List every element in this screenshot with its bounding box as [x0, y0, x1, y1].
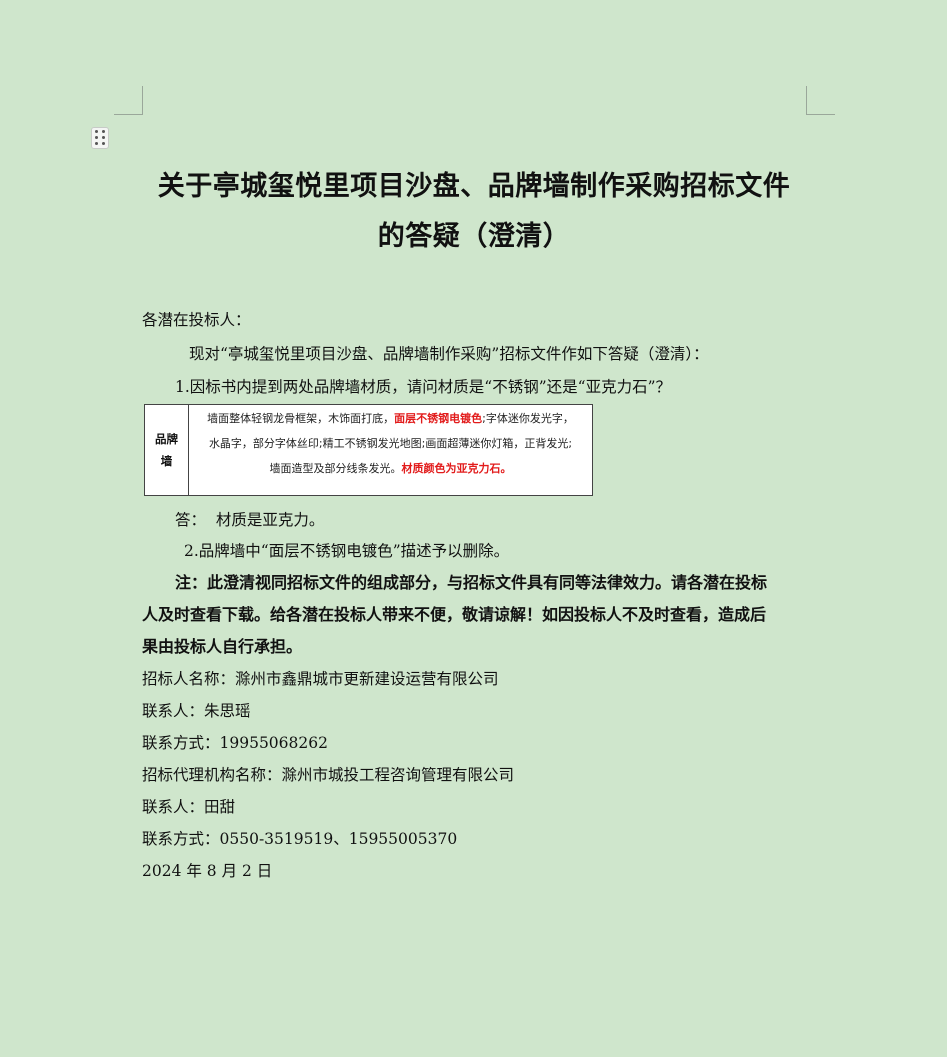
- tenderer-phone: 联系方式：19955068262: [142, 734, 328, 752]
- tenderer-contact: 联系人：朱思瑶: [142, 702, 251, 720]
- drag-handle-icon[interactable]: [91, 127, 109, 149]
- tender-excerpt-image: 品牌 墙 墙面整体轻钢龙骨框架，木饰面打底，面层不锈钢电镀色;字体迷你发光字， …: [144, 404, 593, 496]
- excerpt-line-1: 墙面整体轻钢龙骨框架，木饰面打底，面层不锈钢电镀色;字体迷你发光字，: [207, 412, 574, 425]
- margin-corner-top-right: [806, 86, 835, 115]
- agency-contact: 联系人：田甜: [142, 798, 236, 816]
- agency-phone: 联系方式：0550-3519519、15955005370: [142, 830, 458, 848]
- question-1: 1.因标书内提到两处品牌墙材质，请问材质是“不锈钢”还是“亚克力石”？: [175, 378, 671, 396]
- document-date: 2024 年 8 月 2 日: [142, 862, 273, 880]
- margin-corner-top-left: [114, 86, 143, 115]
- answer-1: 答： 材质是亚克力。: [175, 511, 325, 529]
- salutation: 各潜在投标人：: [142, 311, 251, 329]
- document-title-line2: 的答疑（澄清）: [377, 221, 571, 252]
- item-2: 2.品牌墙中“面层不锈钢电镀色”描述予以删除。: [184, 542, 510, 560]
- excerpt-line-3: 墙面造型及部分线条发光。材质颜色为亚克力石。: [269, 462, 512, 475]
- excerpt-header: 品牌 墙: [145, 405, 189, 495]
- excerpt-body: 墙面整体轻钢龙骨框架，木饰面打底，面层不锈钢电镀色;字体迷你发光字， 水晶字，部…: [189, 405, 592, 495]
- tenderer-name: 招标人名称：滁州市鑫鼎城市更新建设运营有限公司: [142, 670, 499, 688]
- excerpt-line-2: 水晶字，部分字体丝印;精工不锈钢发光地图;画面超薄迷你灯箱，正背发光;: [208, 437, 573, 450]
- document-title-line1: 关于亭城玺悦里项目沙盘、品牌墙制作采购招标文件: [157, 171, 791, 202]
- intro-paragraph: 现对“亭城玺悦里项目沙盘、品牌墙制作采购”招标文件作如下答疑（澄清）：: [189, 345, 709, 363]
- note-line-3: 果由投标人自行承担。: [142, 637, 303, 656]
- note-line-2: 人及时查看下载。给各潜在投标人带来不便，敬请谅解！如因投标人不及时查看，造成后: [142, 605, 767, 624]
- note-line-1: 注：此澄清视同招标文件的组成部分，与招标文件具有同等法律效力。请各潜在投标: [175, 573, 768, 592]
- agency-name: 招标代理机构名称：滁州市城投工程咨询管理有限公司: [142, 766, 515, 784]
